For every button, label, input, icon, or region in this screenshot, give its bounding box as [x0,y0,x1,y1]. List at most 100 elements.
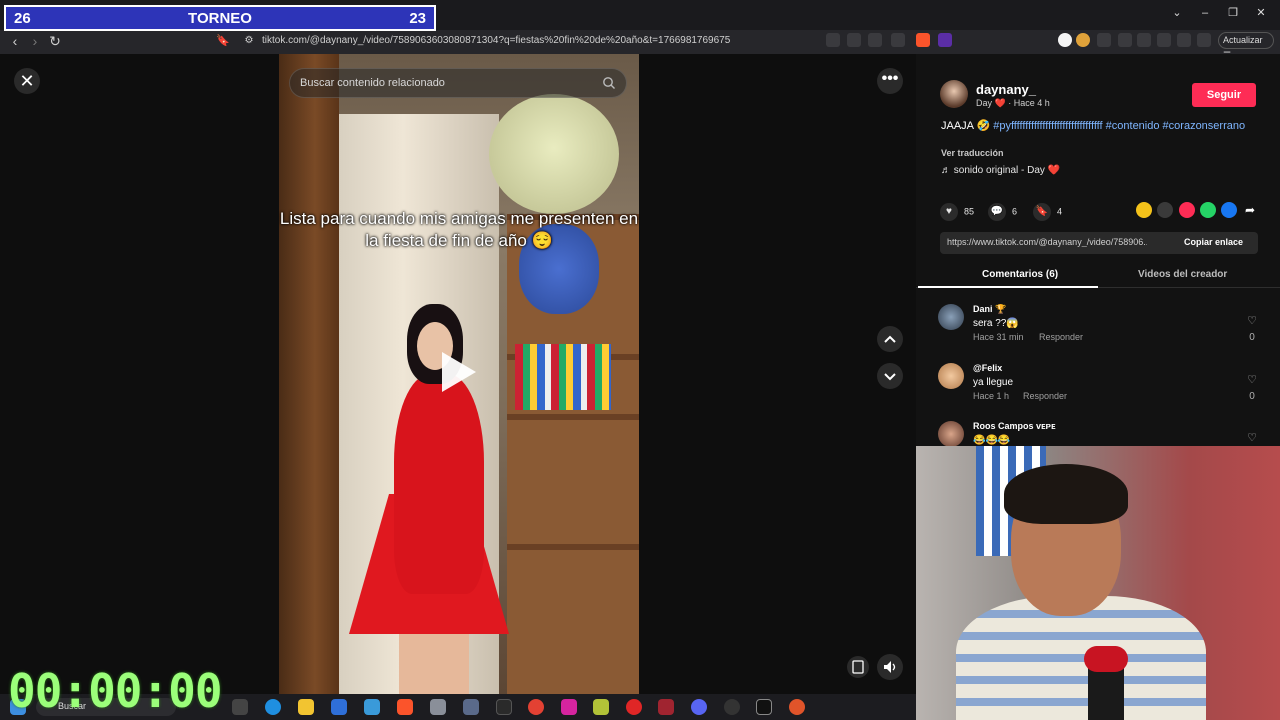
whatsapp-icon[interactable] [1200,202,1216,218]
avatar[interactable] [938,421,964,447]
app-icon[interactable] [463,699,479,715]
webcam-microphone-cap [1084,646,1128,672]
score-right: 23 [409,10,426,27]
embed-icon[interactable] [1157,202,1173,218]
hashtag-link[interactable]: #corazonserrano [1163,120,1246,132]
update-button[interactable]: Actualizar ☰ [1218,32,1274,60]
comment-author[interactable]: Roos Campos ᴠᴇᴘᴇ [973,421,1056,431]
previous-video-button[interactable] [877,326,903,352]
comment-icon: 💬 [988,203,1006,221]
reader-icon[interactable] [826,33,840,47]
brave-rewards-icon[interactable] [938,33,952,47]
forward-icon[interactable]: › [26,32,44,50]
share-friends-icon[interactable] [1136,202,1152,218]
play-icon[interactable] [442,352,476,392]
instagram-icon[interactable] [561,699,577,715]
facebook-icon[interactable] [1221,202,1237,218]
minimize-icon[interactable]: ⌄ [1170,6,1184,20]
volume-button[interactable] [877,654,903,680]
send-icon[interactable] [1179,202,1195,218]
task-view-icon[interactable] [232,699,248,715]
app-icon[interactable] [430,699,446,715]
comment-item: Dani 🏆 sera ??😱 Hace 31 min Responder ♡ … [938,304,1268,358]
app-icon[interactable] [756,699,772,715]
reply-button[interactable]: Responder [1039,332,1083,342]
copy-link-button[interactable]: Copiar enlace [1184,237,1243,247]
heart-icon[interactable]: ♡ [1245,373,1259,386]
store-icon[interactable] [331,699,347,715]
desc-text: JAAJA 🤣 [941,120,991,132]
avatar[interactable] [938,363,964,389]
minimize-window-button[interactable]: – [1198,6,1212,20]
sidebar-icon[interactable] [1157,33,1171,47]
search-icon[interactable] [602,76,616,90]
hashtag-link[interactable]: #contenido [1106,120,1160,132]
file-explorer-icon[interactable] [298,699,314,715]
share-link-text[interactable]: https://www.tiktok.com/@daynany_/video/7… [947,237,1147,247]
sound-link[interactable]: ♬ sonido original - Day ❤️ [941,165,1060,176]
creator-username[interactable]: daynany_ [976,82,1036,97]
related-search-input[interactable]: Buscar contenido relacionado [289,68,627,98]
extensions-icon[interactable] [1097,33,1111,47]
bookmarks-icon[interactable] [1137,33,1151,47]
site-info-icon[interactable]: ⚙ [240,32,258,50]
video-door [279,54,339,694]
share-icon[interactable] [891,33,905,47]
leo-ai-icon[interactable] [1177,33,1191,47]
update-label: Actualizar [1223,35,1263,45]
comment-author[interactable]: @Felix [973,363,1002,373]
app-icon[interactable] [593,699,609,715]
translate-icon[interactable] [868,33,882,47]
music-icon[interactable] [1118,33,1132,47]
comment-stat[interactable]: 💬 6 [988,203,1017,221]
url-field[interactable]: tiktok.com/@daynany_/video/7589063603080… [262,35,730,46]
tab-creator-videos[interactable]: Videos del creador [1138,269,1227,280]
share-link-box: https://www.tiktok.com/@daynany_/video/7… [940,232,1258,254]
bookmark-icon[interactable]: 🔖 [214,32,232,50]
picture-in-picture-button[interactable] [847,656,869,678]
close-video-button[interactable]: ✕ [14,68,40,94]
hashtag-link[interactable]: #pyffffffffffffffffffffffffffffffff [993,120,1102,132]
reload-icon[interactable]: ↻ [46,32,64,50]
like-stat[interactable]: ♥ 85 [940,203,974,221]
stream-timer: 00:00:00 [8,664,223,718]
video-books [515,344,611,410]
close-window-button[interactable]: ✕ [1254,6,1268,20]
follow-button[interactable]: Seguir [1192,83,1256,107]
video-frame[interactable]: Buscar contenido relacionado Lista para … [279,54,639,694]
comment-author[interactable]: Dani 🏆 [973,304,1006,315]
app-icon[interactable] [789,699,805,715]
youtube-icon[interactable] [626,699,642,715]
comment-text: 😂😂😂 [973,435,1011,446]
vpn-icon[interactable] [1197,33,1211,47]
mail-icon[interactable] [364,699,380,715]
cast-icon[interactable] [847,33,861,47]
app-icon[interactable] [724,699,740,715]
brave-icon[interactable] [397,699,413,715]
post-details-panel: daynany_ Day ❤️ · Hace 4 h Seguir JAAJA … [916,54,1280,447]
heart-icon[interactable]: ♡ [1245,314,1259,327]
heart-icon[interactable]: ♡ [1245,431,1259,444]
back-icon[interactable]: ‹ [6,32,24,50]
see-translation-link[interactable]: Ver traducción [941,148,1004,158]
avatar[interactable] [938,304,964,330]
heart-icon: ♥ [940,203,958,221]
extension-color-icon[interactable] [1076,33,1090,47]
discord-icon[interactable] [691,699,707,715]
extension-diamond-icon[interactable] [1058,33,1072,47]
more-options-button[interactable]: ••• [877,68,903,94]
reply-button[interactable]: Responder [1023,391,1067,401]
app-icon[interactable] [496,699,512,715]
panel-tabs: Comentarios (6) Videos del creador [916,262,1280,288]
tab-comments[interactable]: Comentarios (6) [982,269,1058,280]
restore-window-button[interactable]: ❐ [1226,6,1240,20]
save-stat[interactable]: 🔖 4 [1033,203,1062,221]
creator-avatar[interactable] [940,80,968,108]
video-caption: Lista para cuando mis amigas me presente… [279,209,639,250]
share-arrow-icon[interactable]: ➦ [1242,202,1258,218]
brave-shield-icon[interactable] [916,33,930,47]
chrome-icon[interactable] [528,699,544,715]
app-icon[interactable] [658,699,674,715]
edge-icon[interactable] [265,699,281,715]
next-video-button[interactable] [877,363,903,389]
